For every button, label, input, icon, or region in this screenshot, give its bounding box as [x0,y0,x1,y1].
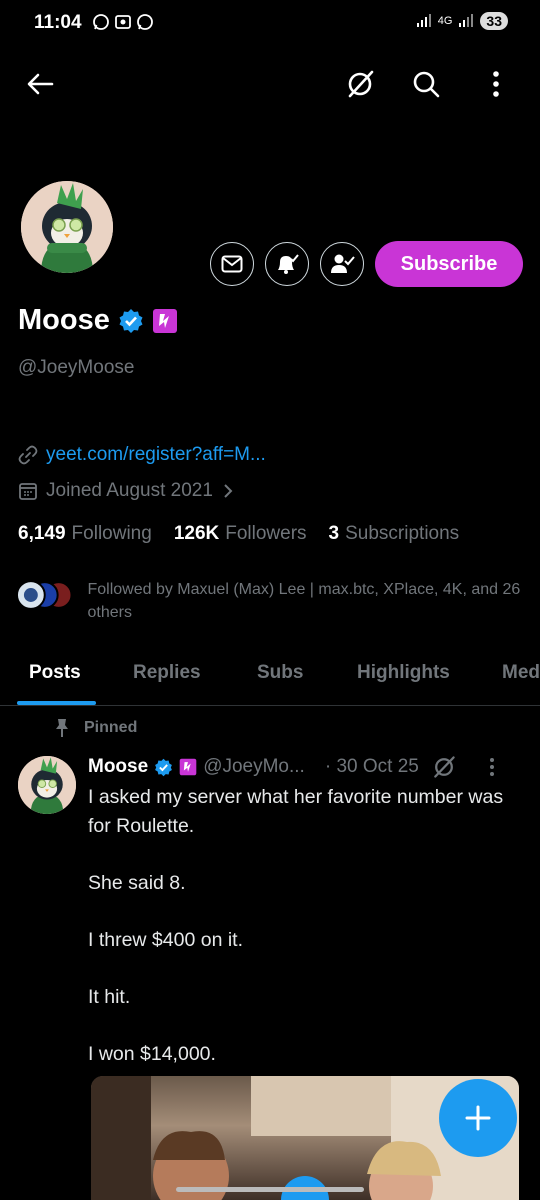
pin-icon [56,719,68,737]
network-type: 4G [437,15,453,27]
profile-handle: @JoeyMoose [18,357,135,378]
message-button[interactable] [210,242,254,286]
verified-icon[interactable] [118,308,144,334]
followers-count: 126K [173,523,220,544]
search-icon [413,71,440,98]
subscribe-button[interactable]: Subscribe [375,241,523,287]
back-button[interactable] [16,60,64,108]
mail-icon [221,255,243,273]
followed-by-text: Followed by Maxuel (Max) Lee | max.btc, … [87,581,521,621]
joined-date: Joined August 2021 [46,480,213,501]
post-author-name[interactable]: Moose [88,756,148,778]
tab-media[interactable]: Med [502,650,540,696]
pinned-label: Pinned [84,719,138,736]
whatsapp-icon [93,14,109,30]
whatsapp-icon [137,14,153,30]
profile-name: Moose [18,304,110,336]
profile-avatar[interactable] [18,178,116,276]
profile-website[interactable]: yeet.com/register?aff=M... [18,444,266,466]
tab-posts[interactable]: Posts [29,650,81,696]
status-right: 4G 33 [416,12,508,30]
affiliate-badge-icon[interactable] [152,308,178,334]
status-notification-icons [92,13,154,31]
profile-joined: Joined August 2021 [18,480,235,502]
grok-icon [348,70,374,98]
following-stat[interactable]: 6,149 Following [18,523,152,545]
tab-replies[interactable]: Replies [133,650,201,696]
plus-icon [465,1105,491,1131]
profile-stats: 6,149 Following 126K Followers 3 Subscripti… [18,523,459,545]
status-bar: 11:04 4G 33 [0,0,540,48]
post-text: I asked my server what her favorite numb… [88,786,504,1065]
penguin-avatar-image [21,181,113,273]
following-button[interactable] [320,242,364,286]
link-icon [18,445,38,465]
more-button[interactable] [472,60,520,108]
back-arrow-icon [27,73,54,95]
website-link[interactable]: yeet.com/register?aff=M... [46,444,266,466]
status-time: 11:04 [34,12,82,33]
follower-avatars [15,580,73,610]
signal-icon [416,14,431,27]
post-author-avatar[interactable] [18,756,76,814]
profile-tabs: Posts Replies Subs Highlights Med [0,650,540,706]
active-tab-indicator [17,701,96,705]
compose-post-button[interactable] [439,1079,517,1157]
verified-icon [155,758,173,776]
post-header: Moose @JoeyMo... · 30 Oct 25 [88,754,495,780]
bell-icon [278,254,299,274]
grok-button[interactable] [336,60,384,108]
tab-highlights[interactable]: Highlights [357,650,450,696]
person-check-icon [331,254,355,273]
grok-icon[interactable] [431,754,457,780]
tab-subs[interactable]: Subs [257,650,303,696]
post-date: · 30 Oct 25 [324,756,419,777]
subscriptions-label: Subscriptions [345,523,460,544]
signal-icon [459,14,474,27]
penguin-avatar-image [18,756,76,814]
following-count: 6,149 [18,523,66,544]
profile-name-row: Moose [18,304,178,337]
search-button[interactable] [402,60,450,108]
battery-indicator: 33 [480,12,508,30]
screenshot-icon [115,15,131,29]
followed-by-row[interactable]: Followed by Maxuel (Max) Lee | max.btc, … [14,578,524,624]
pinned-label-row: Pinned [54,718,137,738]
gesture-nav-bar[interactable] [176,1187,364,1192]
following-label: Following [71,523,152,544]
affiliate-badge-icon [179,758,197,776]
subscriptions-count: 3 [328,523,340,544]
more-vertical-icon [493,71,499,97]
followers-label: Followers [225,523,307,544]
more-vertical-icon[interactable] [489,757,495,777]
followers-stat[interactable]: 126K Followers [174,523,307,545]
chevron-right-icon[interactable] [221,482,235,500]
post-author-handle: @JoeyMo... [203,756,305,777]
calendar-icon [19,483,37,500]
subscriptions-stat[interactable]: 3 Subscriptions [329,523,460,545]
notifications-button[interactable] [265,242,309,286]
